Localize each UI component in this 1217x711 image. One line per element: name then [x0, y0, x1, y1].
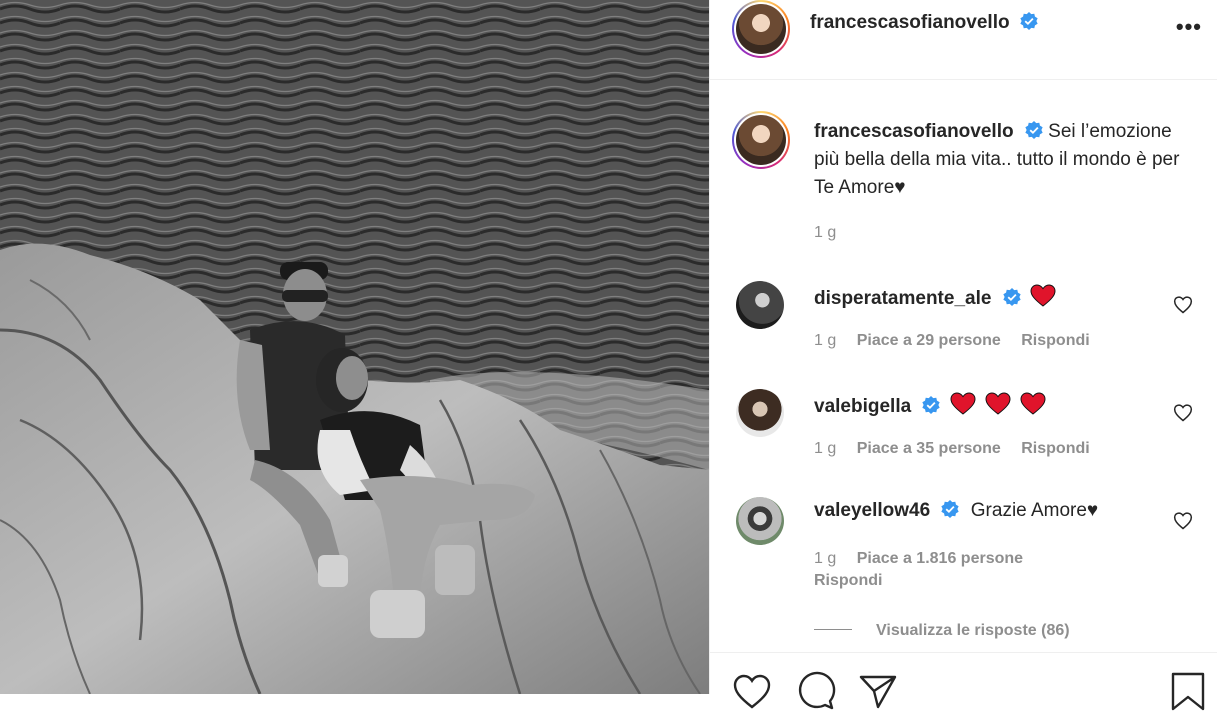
view-replies-label: Visualizza le risposte (86) [876, 622, 1070, 639]
post-photo[interactable] [0, 0, 709, 694]
comment-icon[interactable] [796, 671, 836, 711]
header-username[interactable]: francescasofianovello [810, 12, 1010, 33]
caption-avatar[interactable] [732, 111, 790, 169]
author-avatar[interactable] [732, 0, 790, 58]
comment-avatar[interactable] [736, 497, 784, 545]
reply-button[interactable]: Rispondi [814, 572, 882, 589]
heart-emoji-icon [950, 392, 976, 415]
verified-badge-icon [922, 396, 941, 414]
view-replies-button[interactable]: Visualizza le risposte (86) [814, 622, 1070, 640]
comment-meta: 1 g Piace a 29 persone Rispondi [814, 332, 1106, 350]
like-comment-icon[interactable] [1173, 403, 1193, 423]
caption-time[interactable]: 1 g [814, 224, 836, 242]
comment-item: valebigella [814, 392, 1046, 418]
like-comment-icon[interactable] [1173, 511, 1193, 531]
comment-username[interactable]: valebigella [814, 396, 911, 417]
comment-username[interactable]: disperatamente_ale [814, 288, 991, 309]
reply-button[interactable]: Rispondi [1021, 332, 1089, 349]
heart-emoji-icon [1030, 284, 1056, 307]
like-comment-icon[interactable] [1173, 295, 1193, 315]
comment-avatar[interactable] [736, 389, 784, 437]
header-username-row: francescasofianovello [810, 12, 1038, 34]
post-image [0, 0, 709, 694]
share-icon[interactable] [858, 671, 898, 711]
comment-likes[interactable]: Piace a 1.816 persone [857, 550, 1023, 567]
verified-badge-icon [941, 500, 960, 518]
verified-badge-icon [1020, 12, 1038, 30]
heart-emoji-icon [1020, 392, 1046, 415]
comment-item: valeyellow46 Grazie Amore♥ [814, 500, 1098, 522]
comment-avatar[interactable] [736, 281, 784, 329]
caption-username[interactable]: francescasofianovello [814, 121, 1014, 142]
comment-likes[interactable]: Piace a 29 persone [857, 332, 1001, 349]
verified-badge-icon [1025, 121, 1043, 139]
comment-text: Grazie Amore♥ [970, 500, 1099, 521]
comment-time[interactable]: 1 g [814, 550, 836, 567]
divider-line [814, 629, 852, 630]
reply-button[interactable]: Rispondi [1021, 440, 1089, 457]
comment-username[interactable]: valeyellow46 [814, 500, 930, 521]
heart-outline-icon[interactable] [732, 671, 772, 711]
comment-meta: 1 g Piace a 1.816 persone Rispondi [814, 548, 1194, 592]
comment-item: disperatamente_ale [814, 284, 1056, 310]
action-bar [710, 652, 1217, 711]
verified-badge-icon [1003, 288, 1021, 306]
comment-time[interactable]: 1 g [814, 440, 836, 457]
post-panel: francescasofianovello ••• francescasofia… [709, 0, 1217, 711]
heart-emoji-icon [985, 392, 1011, 415]
comment-likes[interactable]: Piace a 35 persone [857, 440, 1001, 457]
more-options-icon[interactable]: ••• [1176, 14, 1202, 40]
bookmark-icon[interactable] [1168, 671, 1208, 711]
comment-time[interactable]: 1 g [814, 332, 836, 349]
post-caption: francescasofianovello Sei l’emozione più… [814, 118, 1184, 202]
comment-meta: 1 g Piace a 35 persone Rispondi [814, 440, 1106, 458]
post-header: francescasofianovello ••• [710, 0, 1217, 80]
